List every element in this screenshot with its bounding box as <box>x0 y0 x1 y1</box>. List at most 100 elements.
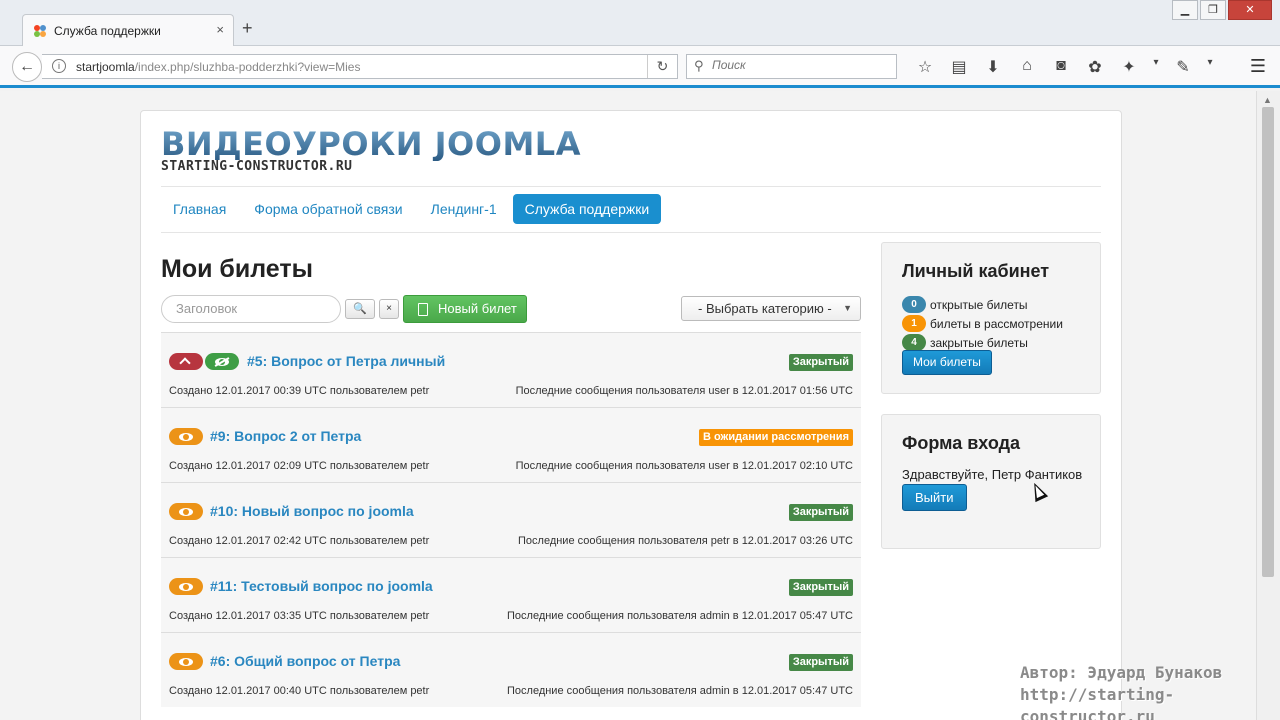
panel-title: Форма входа <box>902 433 1021 453</box>
extension-icon[interactable]: ✿ <box>1078 57 1112 77</box>
ticket-title-link[interactable]: #11: Тестовый вопрос по joomla <box>210 578 433 594</box>
download-icon[interactable]: ⬇ <box>976 57 1010 77</box>
stat-open: 0 открытые билеты <box>902 295 1063 314</box>
public-icon <box>169 503 203 520</box>
ticket-created: Создано 12.01.2017 03:35 UTC пользовател… <box>169 610 430 622</box>
page-scrollbar[interactable]: ▲ <box>1256 91 1280 720</box>
browser-navbar: ← i startjoomla/index.php/sluzhba-podder… <box>0 46 1280 88</box>
home-icon[interactable]: ⌂ <box>1010 57 1044 77</box>
panel-title: Личный кабинет <box>902 261 1050 281</box>
browser-titlebar: Служба поддержки × + ▁ ❐ ✕ <box>0 0 1280 47</box>
personal-cabinet-panel: Личный кабинет 0 открытые билеты 1 билет… <box>881 242 1101 394</box>
public-icon <box>169 653 203 670</box>
hamburger-menu-icon[interactable]: ☰ <box>1250 56 1266 77</box>
dropdown-icon[interactable]: ▾ <box>1146 57 1166 77</box>
count-badge: 0 <box>902 296 926 313</box>
public-icon <box>169 578 203 595</box>
scrollbar-thumb[interactable] <box>1262 107 1274 577</box>
site-logo[interactable]: ВИДЕОУРОКИ JOOMLA STARTING-CONSTRUCTOR.R… <box>161 127 581 174</box>
status-badge: Закрытый <box>788 504 853 521</box>
divider <box>161 232 1101 233</box>
login-form-panel: Форма входа Здравствуйте, Петр Фантиков … <box>881 414 1101 549</box>
pocket-icon[interactable]: ◙ <box>1044 57 1078 77</box>
reload-icon[interactable]: ↻ <box>647 55 677 78</box>
status-badge: Закрытый <box>788 354 853 371</box>
ticket-created: Создано 12.01.2017 02:09 UTC пользовател… <box>169 460 430 472</box>
ticket-last-message: Последние сообщения пользователя admin в… <box>507 610 853 622</box>
logo-title: ВИДЕОУРОКИ JOOMLA <box>161 125 581 163</box>
browser-search-input[interactable] <box>712 58 887 72</box>
menu-item-support[interactable]: Служба поддержки <box>512 194 662 224</box>
count-badge: 1 <box>902 315 926 332</box>
reading-list-icon[interactable]: ▤ <box>942 57 976 77</box>
count-badge: 4 <box>902 334 926 351</box>
tab-close-icon[interactable]: × <box>216 22 224 37</box>
ticket-last-message: Последние сообщения пользователя user в … <box>515 460 853 472</box>
ticket-last-message: Последние сообщения пользователя petr в … <box>518 535 853 547</box>
menu-item-landing[interactable]: Лендинг-1 <box>419 194 509 224</box>
browser-search-bar[interactable]: ⚲ <box>686 54 897 79</box>
site-container: ВИДЕОУРОКИ JOOMLA STARTING-CONSTRUCTOR.R… <box>140 110 1122 720</box>
ticket-stats: 0 открытые билеты 1 билеты в рассмотрени… <box>902 295 1063 352</box>
status-badge: Закрытый <box>788 579 853 596</box>
new-ticket-button[interactable]: Новый билет <box>403 295 527 323</box>
ticket-title-link[interactable]: #6: Общий вопрос от Петра <box>210 653 400 669</box>
url-text[interactable]: startjoomla/index.php/sluzhba-podderzhki… <box>76 60 360 74</box>
ticket-created: Создано 12.01.2017 00:39 UTC пользовател… <box>169 385 430 397</box>
ticket-last-message: Последние сообщения пользователя admin в… <box>507 685 853 697</box>
search-icon: ⚲ <box>694 58 704 73</box>
window-close-button[interactable]: ✕ <box>1228 0 1272 20</box>
category-select-value: - Выбрать категорию - <box>698 301 832 316</box>
divider <box>161 186 1101 187</box>
ticket-created: Создано 12.01.2017 02:42 UTC пользовател… <box>169 535 430 547</box>
new-tab-button[interactable]: + <box>242 18 253 39</box>
ticket-row: #11: Тестовый вопрос по joomla Закрытый … <box>161 557 861 632</box>
ticket-row: #10: Новый вопрос по joomla Закрытый Соз… <box>161 482 861 557</box>
status-badge: Закрытый <box>788 654 853 671</box>
logout-button[interactable]: Выйти <box>902 484 967 511</box>
page-title: Мои билеты <box>161 255 313 283</box>
chevron-down-icon: ▼ <box>843 303 852 313</box>
main-menu: Главная Форма обратной связи Лендинг-1 С… <box>161 194 662 224</box>
title-search-input[interactable]: Заголовок <box>161 295 341 323</box>
hidden-icon <box>205 353 239 370</box>
ticket-last-message: Последние сообщения пользователя user в … <box>515 385 853 397</box>
author-watermark: Автор: Эдуард Бунаков http://starting-co… <box>1020 662 1280 720</box>
ticket-list: #5: Вопрос от Петра личный Закрытый Созд… <box>161 332 861 707</box>
browser-tab[interactable]: Служба поддержки × <box>22 14 234 47</box>
my-tickets-button[interactable]: Мои билеты <box>902 350 992 375</box>
stat-label: открытые билеты <box>930 297 1028 312</box>
maximize-button[interactable]: ❐ <box>1200 0 1226 20</box>
ticket-title-link[interactable]: #10: Новый вопрос по joomla <box>210 503 414 519</box>
ticket-row: #5: Вопрос от Петра личный Закрытый Созд… <box>161 332 861 407</box>
minimize-button[interactable]: ▁ <box>1172 0 1198 20</box>
star-icon[interactable]: ☆ <box>908 57 942 77</box>
category-select[interactable]: - Выбрать категорию - ▼ <box>681 296 861 321</box>
ticket-title-link[interactable]: #5: Вопрос от Петра личный <box>247 353 445 369</box>
dropdown-icon[interactable]: ▾ <box>1200 57 1220 77</box>
stat-label: билеты в рассмотрении <box>930 316 1063 331</box>
ticket-filter-bar: Заголовок 🔍 × Новый билет - Выбрать кате… <box>161 295 861 323</box>
public-icon <box>169 428 203 445</box>
back-button[interactable]: ← <box>12 52 42 82</box>
ticket-row: #9: Вопрос 2 от Петра В ожидании рассмот… <box>161 407 861 482</box>
watermark-author: Автор: Эдуард Бунаков <box>1020 663 1223 682</box>
page-viewport: ВИДЕОУРОКИ JOOMLA STARTING-CONSTRUCTOR.R… <box>0 91 1256 720</box>
document-icon <box>418 303 428 316</box>
joomla-favicon-icon <box>34 25 46 37</box>
menu-item-home[interactable]: Главная <box>161 194 238 224</box>
watermark-url: http://starting-constructor.ru <box>1020 685 1175 720</box>
ticket-row: #6: Общий вопрос от Петра Закрытый Созда… <box>161 632 861 707</box>
site-info-icon[interactable]: i <box>52 59 66 73</box>
tools-icon[interactable]: ✎ <box>1166 57 1200 77</box>
new-ticket-label: Новый билет <box>438 301 517 316</box>
scroll-up-icon[interactable]: ▲ <box>1263 95 1272 105</box>
addon-icon[interactable]: ✦ <box>1112 57 1146 77</box>
stat-pending: 1 билеты в рассмотрении <box>902 314 1063 333</box>
ticket-title-link[interactable]: #9: Вопрос 2 от Петра <box>210 428 361 444</box>
address-bar[interactable]: i startjoomla/index.php/sluzhba-podderzh… <box>42 54 678 79</box>
ticket-created: Создано 12.01.2017 00:40 UTC пользовател… <box>169 685 430 697</box>
clear-search-button[interactable]: × <box>379 299 399 319</box>
search-button[interactable]: 🔍 <box>345 299 375 319</box>
menu-item-feedback[interactable]: Форма обратной связи <box>242 194 414 224</box>
